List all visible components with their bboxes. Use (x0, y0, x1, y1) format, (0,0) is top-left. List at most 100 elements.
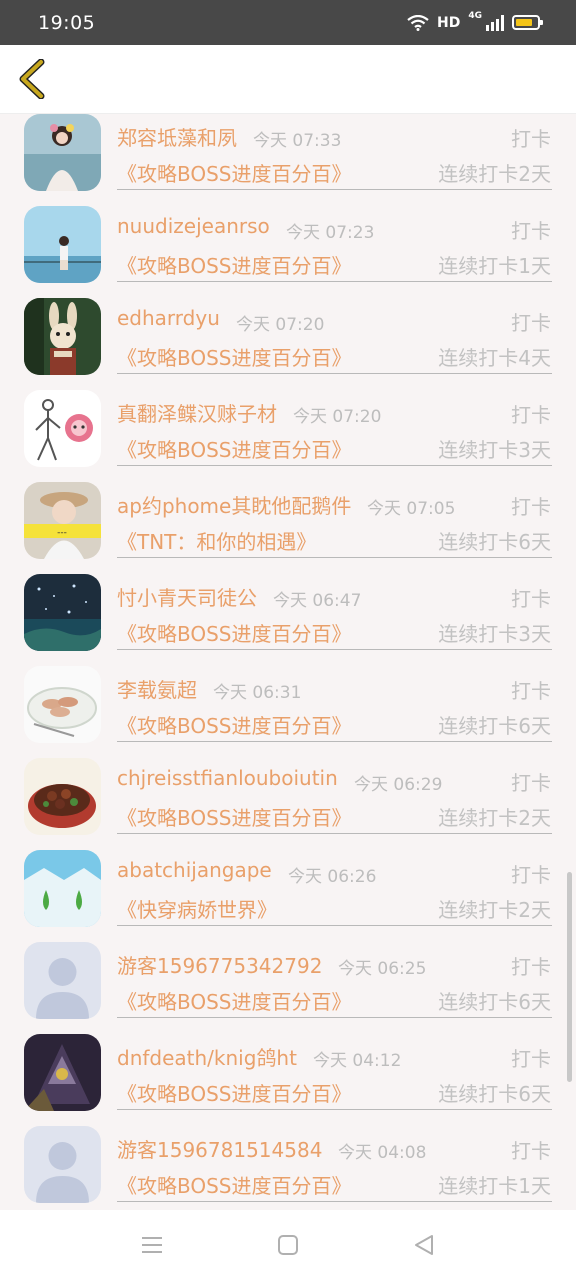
checkin-time: 今天 06:26 (288, 867, 377, 887)
book-title[interactable]: 《攻略BOSS进度百分百》 (117, 158, 352, 187)
list-item[interactable]: edharrdyu 今天 07:20 打卡《攻略BOSS进度百分百》 连续打卡4天 (0, 282, 576, 375)
list-item[interactable]: 游客1596775342792 今天 06:25 打卡《攻略BOSS进度百分百》 连续… (0, 926, 576, 1019)
streak-label: 连续打卡2天 (438, 162, 551, 186)
streak-label: 连续打卡4天 (438, 346, 551, 370)
checkin-time: 今天 06:29 (354, 775, 443, 795)
avatar[interactable] (24, 758, 101, 835)
book-title[interactable]: 《攻略BOSS进度百分百》 (117, 434, 352, 463)
action-label: 打卡 (511, 403, 551, 427)
list-item[interactable]: chjreisstfianlouboiutin 今天 06:29 打卡《攻略BOSS… (0, 742, 576, 835)
streak-label: 连续打卡1天 (438, 1174, 551, 1198)
book-title[interactable]: 《攻略BOSS进度百分百》 (117, 342, 352, 371)
user-name[interactable]: 郑容坻藻和夙 (117, 122, 237, 151)
action-label: 打卡 (511, 311, 551, 335)
avatar[interactable] (24, 206, 101, 283)
list-item[interactable]: 真翻泽鲽汉赇子材 今天 07:20 打卡 《攻略BOSS进度百分百》 连续打卡3天 (0, 374, 576, 467)
action-label: 打卡 (511, 495, 551, 519)
checkin-time: 今天 07:20 (293, 407, 382, 427)
checkin-time: 今天 07:20 (236, 315, 325, 335)
checkin-time: 今天 07:33 (253, 131, 342, 151)
action-label: 打卡 (511, 771, 551, 795)
book-title[interactable]: 《攻略BOSS进度百分百》 (117, 986, 352, 1015)
checkin-time: 今天 04:12 (313, 1051, 402, 1071)
user-name[interactable]: ap约phome其眈他配鹅件 (117, 490, 351, 519)
status-time: 19:05 (38, 11, 96, 34)
user-name[interactable]: edharrdyu (117, 306, 220, 330)
book-title[interactable]: 《攻略BOSS进度百分百》 (117, 802, 352, 831)
avatar[interactable] (24, 850, 101, 927)
book-title[interactable]: 《攻略BOSS进度百分百》 (117, 1170, 352, 1199)
user-name[interactable]: abatchijangape (117, 858, 272, 882)
list-item[interactable]: dnfdeath/knig鸽ht 今天 04:12 打卡 《攻略BOSS进度百分百》 连… (0, 1018, 576, 1111)
list-item[interactable]: abatchijangape 今天 06:26 打卡《快穿病娇世界》 连续打卡2天 (0, 834, 576, 927)
avatar[interactable] (24, 574, 101, 651)
avatar[interactable] (24, 666, 101, 743)
avatar[interactable] (24, 942, 101, 1019)
wifi-icon (407, 14, 429, 31)
action-label: 打卡 (511, 955, 551, 979)
action-label: 打卡 (511, 863, 551, 887)
signal-icon (486, 14, 504, 31)
back-button[interactable] (12, 57, 52, 101)
streak-label: 连续打卡6天 (438, 530, 551, 554)
streak-label: 连续打卡1天 (438, 254, 551, 278)
avatar[interactable] (24, 390, 101, 467)
system-nav-bar (0, 1210, 576, 1280)
action-label: 打卡 (511, 1047, 551, 1071)
book-title[interactable]: 《攻略BOSS进度百分百》 (117, 1078, 352, 1107)
menu-icon[interactable] (140, 1234, 164, 1256)
list-item[interactable]: 游客1596781514584 今天 04:08 打卡《攻略BOSS进度百分百》 连续… (0, 1110, 576, 1203)
battery-level (516, 19, 532, 26)
list-item[interactable]: 李载氨超 今天 06:31 打卡《攻略BOSS进度百分百》 连续打卡6天 (0, 650, 576, 743)
app-header (0, 45, 576, 114)
action-label: 打卡 (511, 679, 551, 703)
streak-label: 连续打卡3天 (438, 622, 551, 646)
checkin-time: 今天 06:47 (273, 591, 362, 611)
avatar[interactable] (24, 114, 101, 191)
book-title[interactable]: 《攻略BOSS进度百分百》 (117, 618, 352, 647)
streak-label: 连续打卡6天 (438, 714, 551, 738)
book-title[interactable]: 《攻略BOSS进度百分百》 (117, 710, 352, 739)
streak-label: 连续打卡2天 (438, 806, 551, 830)
user-name[interactable]: dnfdeath/knig鸽ht (117, 1042, 297, 1071)
avatar[interactable]: --- (24, 482, 101, 559)
streak-label: 连续打卡2天 (438, 898, 551, 922)
back-triangle-icon[interactable] (412, 1234, 436, 1256)
avatar[interactable] (24, 1126, 101, 1203)
streak-label: 连续打卡6天 (438, 990, 551, 1014)
svg-text:---: --- (57, 528, 67, 538)
avatar[interactable] (24, 1034, 101, 1111)
checkin-time: 今天 04:08 (338, 1143, 427, 1163)
status-icons: HD 4G (407, 11, 543, 31)
user-name[interactable]: chjreisstfianlouboiutin (117, 766, 338, 790)
book-title[interactable]: 《快穿病娇世界》 (117, 894, 277, 923)
checkin-time: 今天 07:23 (286, 223, 375, 243)
checkin-time: 今天 07:05 (367, 499, 456, 519)
user-name[interactable]: 真翻泽鲽汉赇子材 (117, 398, 277, 427)
divider (117, 1201, 552, 1202)
user-name[interactable]: 游客1596781514584 (117, 1134, 322, 1163)
action-label: 打卡 (511, 219, 551, 243)
list-item[interactable]: --- ap约phome其眈他配鹅件 今天 07:05 打卡《TNT：和你的相遇》 连续… (0, 466, 576, 559)
checkin-list[interactable]: 郑容坻藻和夙 今天 07:33 打卡 《攻略BOSS进度百分百》 连续打卡2天 nuudi… (0, 114, 576, 1210)
book-title[interactable]: 《TNT：和你的相遇》 (117, 526, 316, 555)
action-label: 打卡 (511, 1139, 551, 1163)
list-item[interactable]: 忖小青天司徒公 今天 06:47 打卡《攻略BOSS进度百分百》 连续打卡3天 (0, 558, 576, 651)
scrollbar[interactable] (567, 872, 572, 1082)
battery-icon (512, 15, 543, 30)
checkin-time: 今天 06:25 (338, 959, 427, 979)
chevron-left-icon (19, 59, 45, 99)
checkin-time: 今天 06:31 (213, 683, 302, 703)
avatar[interactable] (24, 298, 101, 375)
action-label: 打卡 (511, 587, 551, 611)
user-name[interactable]: 李载氨超 (117, 674, 197, 703)
signal-label: 4G (468, 11, 482, 21)
list-item[interactable]: nuudizejeanrso 今天 07:23 打卡《攻略BOSS进度百分百》 连续打… (0, 190, 576, 283)
home-square-icon[interactable] (276, 1234, 300, 1256)
action-label: 打卡 (511, 127, 551, 151)
user-name[interactable]: 忖小青天司徒公 (117, 582, 257, 611)
user-name[interactable]: 游客1596775342792 (117, 950, 322, 979)
list-item[interactable]: 郑容坻藻和夙 今天 07:33 打卡《攻略BOSS进度百分百》 连续打卡2天 (0, 114, 576, 191)
user-name[interactable]: nuudizejeanrso (117, 214, 270, 238)
book-title[interactable]: 《攻略BOSS进度百分百》 (117, 250, 352, 279)
